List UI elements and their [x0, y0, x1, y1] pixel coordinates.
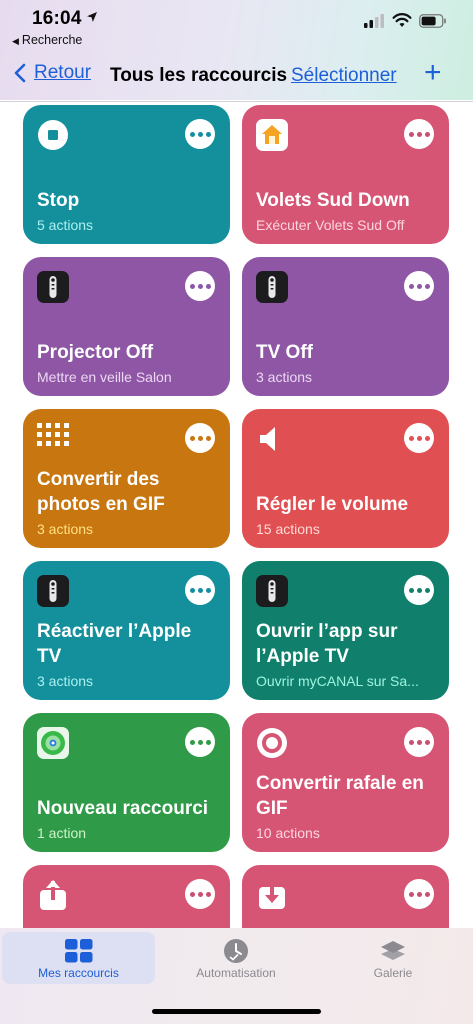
apple-tv-remote-icon [37, 575, 69, 607]
more-options-button[interactable] [404, 575, 434, 605]
clock-check-icon [221, 938, 251, 964]
shortcut-title: Réactiver l’Apple TV [37, 621, 192, 667]
page-title: Tous les raccourcis [110, 65, 288, 86]
navigation-bar: Retour Tous les raccourcis Sélectionner … [0, 56, 473, 96]
tab-gallery[interactable]: Galerie [317, 932, 469, 984]
back-to-app-link[interactable]: ◀ Recherche [12, 33, 82, 47]
shortcut-subtitle: 3 actions [256, 369, 313, 385]
shortcut-card[interactable] [23, 865, 230, 928]
tab-my-shortcuts[interactable]: Mes raccourcis [2, 932, 155, 984]
home-indicator [152, 1009, 321, 1014]
location-arrow-icon [86, 10, 98, 28]
shortcut-subtitle: Mettre en veille Salon [37, 369, 172, 385]
more-options-button[interactable] [404, 727, 434, 757]
shortcut-card[interactable]: TV Off 3 actions [242, 257, 449, 396]
grid-squares-icon [64, 938, 94, 964]
shortcut-subtitle: 3 actions [37, 673, 94, 689]
tab-label: Automatisation [196, 966, 276, 980]
speaker-icon [256, 423, 288, 455]
more-options-button[interactable] [185, 727, 215, 757]
more-options-button[interactable] [185, 271, 215, 301]
more-options-button[interactable] [404, 879, 434, 909]
select-button[interactable]: Sélectionner [291, 65, 397, 87]
find-my-icon [37, 727, 69, 759]
shortcut-card[interactable]: Réactiver l’Apple TV 3 actions [23, 561, 230, 700]
tab-label: Galerie [373, 966, 413, 980]
shortcut-card[interactable]: Volets Sud Down Exécuter Volets Sud Off [242, 105, 449, 244]
more-options-button[interactable] [185, 879, 215, 909]
battery-icon [419, 14, 447, 33]
shortcut-title: Ouvrir l’app sur l’Apple TV [256, 621, 398, 667]
share-icon [37, 879, 69, 911]
tab-label: Mes raccourcis [38, 966, 119, 980]
more-options-button[interactable] [404, 423, 434, 453]
shortcut-title: Convertir rafale en GIF [256, 773, 424, 819]
back-triangle-icon: ◀ [12, 36, 19, 46]
shortcut-subtitle: 10 actions [256, 825, 320, 841]
add-shortcut-button[interactable]: + [424, 58, 442, 88]
shortcut-title: Projector Off [37, 342, 154, 363]
shortcut-title: TV Off [256, 342, 313, 363]
shortcut-title: Régler le volume [256, 494, 409, 515]
apple-tv-remote-icon [256, 271, 288, 303]
shortcut-card[interactable]: Régler le volume 15 actions [242, 409, 449, 548]
chevron-left-icon [14, 63, 26, 83]
shortcut-subtitle: 5 actions [37, 217, 94, 233]
shortcut-title: Convertir des photos en GIF [37, 469, 165, 515]
grid-icon [37, 423, 69, 455]
more-options-button[interactable] [404, 271, 434, 301]
shortcut-title: Stop [37, 190, 80, 211]
shortcuts-grid: Stop 5 actions Volets Sud Down Exécuter … [0, 102, 473, 928]
shortcut-card[interactable]: Ouvrir l’app sur l’Apple TV Ouvrir myCAN… [242, 561, 449, 700]
wifi-icon [392, 12, 412, 33]
shortcut-card[interactable] [242, 865, 449, 928]
status-time: 16:04 [32, 8, 82, 29]
shortcut-subtitle: 1 action [37, 825, 87, 841]
layers-icon [378, 938, 408, 964]
target-icon [256, 727, 288, 759]
shortcut-subtitle: 3 actions [37, 521, 94, 537]
shortcut-card[interactable]: Stop 5 actions [23, 105, 230, 244]
back-app-label: Recherche [21, 33, 83, 47]
shortcut-card[interactable]: Projector Off Mettre en veille Salon [23, 257, 230, 396]
shortcut-subtitle: Ouvrir myCANAL sur Sa... [256, 673, 419, 689]
more-options-button[interactable] [404, 119, 434, 149]
tab-automation[interactable]: Automatisation [160, 932, 312, 984]
download-icon [256, 879, 288, 911]
apple-tv-remote-icon [256, 575, 288, 607]
shortcut-card[interactable]: Nouveau raccourci 1 action [23, 713, 230, 852]
cellular-signal-icon [364, 14, 384, 30]
shortcut-card[interactable]: Convertir rafale en GIF 10 actions [242, 713, 449, 852]
shortcut-title: Volets Sud Down [256, 190, 410, 211]
shortcut-subtitle: 15 actions [256, 521, 320, 537]
status-bar: 16:04 ◀ Recherche [0, 0, 473, 50]
apple-tv-remote-icon [37, 271, 69, 303]
back-label: Retour [34, 62, 92, 83]
more-options-button[interactable] [185, 423, 215, 453]
stop-icon [37, 119, 69, 151]
shortcut-card[interactable]: Convertir des photos en GIF 3 actions [23, 409, 230, 548]
more-options-button[interactable] [185, 575, 215, 605]
more-options-button[interactable] [185, 119, 215, 149]
shortcut-subtitle: Exécuter Volets Sud Off [256, 217, 405, 233]
shortcut-title: Nouveau raccourci [37, 798, 209, 819]
back-button[interactable]: Retour [14, 62, 91, 84]
home-app-icon [256, 119, 288, 151]
